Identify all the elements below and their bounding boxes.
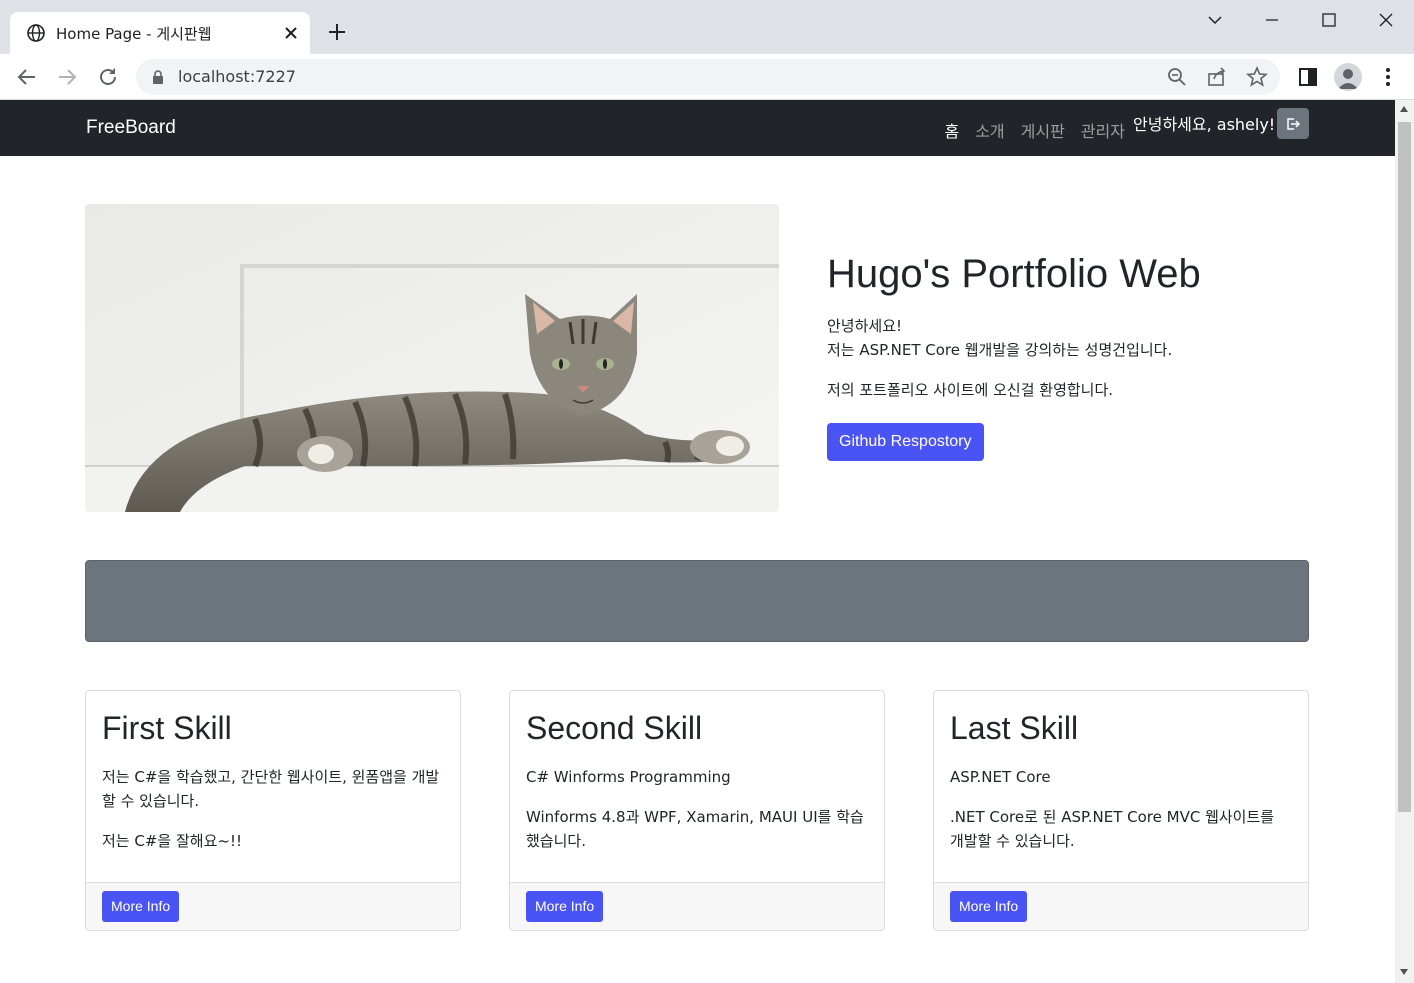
more-info-button[interactable]: More Info [526,891,604,922]
page-viewport: FreeBoard 홈 소개 게시판 관리자 안녕하세요, ashely! Hu… [0,100,1395,983]
zoom-icon[interactable] [1166,66,1188,88]
skill-card-second: Second Skill C# Winforms Programming Win… [509,690,885,931]
profile-avatar[interactable] [1334,63,1362,91]
hero-line-2: 저는 ASP.NET Core 웹개발을 강의하는 성명건입니다. [827,341,1173,359]
card-text: Winforms 4.8과 WPF, Xamarin, MAUI UI를 학습했… [526,808,864,850]
card-title: Last Skill [950,710,1079,746]
card-footer: More Info [510,882,884,930]
nav-home[interactable]: 홈 [944,118,959,142]
new-tab-icon[interactable] [326,21,348,43]
card-body: Second Skill C# Winforms Programming Win… [526,705,868,853]
nav-links: 홈 소개 게시판 관리자 [944,118,1125,142]
logout-icon [1287,118,1301,130]
scroll-up-arrow-icon[interactable] [1400,106,1408,112]
back-arrow-icon[interactable] [15,65,39,89]
scroll-down-arrow-icon[interactable] [1400,969,1408,975]
card-title: Second Skill [526,710,703,746]
card-footer: More Info [86,882,460,930]
card-footer: More Info [934,882,1308,930]
reload-icon[interactable] [96,65,120,89]
more-info-button[interactable]: More Info [950,891,1028,922]
hero-text: Hugo's Portfolio Web 안녕하세요! 저는 ASP.NET C… [827,250,1327,461]
forward-arrow-icon[interactable] [55,65,79,89]
lock-icon[interactable] [150,69,166,85]
star-icon[interactable] [1246,66,1268,88]
share-icon[interactable] [1206,66,1228,88]
gray-banner [85,560,1309,642]
minimize-icon[interactable] [1260,8,1284,32]
skill-card-last: Last Skill ASP.NET Core .NET Core로 된 ASP… [933,690,1309,931]
tab-title: Home Page - 게시판웹 [56,25,212,43]
card-text: 저는 C#을 학습했고, 간단한 웹사이트, 윈폼앱을 개발할 수 있습니다. [102,768,440,810]
globe-icon [27,24,45,42]
scrollbar-thumb[interactable] [1398,122,1411,812]
address-bar[interactable]: localhost:7227 [136,59,1280,95]
brand-link[interactable]: FreeBoard [86,117,176,139]
maximize-icon[interactable] [1317,8,1341,32]
card-body: First Skill 저는 C#을 학습했고, 간단한 웹사이트, 윈폼앱을 … [102,705,444,853]
card-text: 저는 C#을 잘해요~!! [102,832,242,850]
nav-admin[interactable]: 관리자 [1081,118,1125,142]
url-text[interactable]: localhost:7227 [178,67,296,86]
github-repository-button[interactable]: Github Respostory [827,423,984,461]
logout-button[interactable] [1277,108,1309,139]
nav-about[interactable]: 소개 [975,118,1004,142]
hero-cat-image [85,204,779,512]
tab-search-icon[interactable] [1203,8,1227,32]
hero-line-3: 저의 포트폴리오 사이트에 오신걸 환영합니다. [827,381,1114,399]
side-panel-icon[interactable] [1296,65,1320,89]
card-text: C# Winforms Programming [526,768,731,786]
card-body: Last Skill ASP.NET Core .NET Core로 된 ASP… [950,705,1292,853]
hero-line-1: 안녕하세요! [827,317,903,335]
card-text: ASP.NET Core [950,768,1051,786]
hero-intro: 안녕하세요! 저는 ASP.NET Core 웹개발을 강의하는 성명건입니다. [827,314,1327,362]
page-scrollbar[interactable] [1395,100,1414,983]
browser-tab[interactable]: Home Page - 게시판웹 [10,12,310,54]
site-navbar: FreeBoard 홈 소개 게시판 관리자 안녕하세요, ashely! [0,100,1395,156]
person-icon [1338,69,1358,89]
skill-card-first: First Skill 저는 C#을 학습했고, 간단한 웹사이트, 윈폼앱을 … [85,690,461,931]
hero-title: Hugo's Portfolio Web [827,252,1201,296]
nav-board[interactable]: 게시판 [1021,118,1065,142]
close-tab-icon[interactable] [280,22,302,44]
more-menu-icon[interactable] [1376,65,1400,89]
card-title: First Skill [102,710,232,746]
browser-toolbar: localhost:7227 [0,54,1414,100]
browser-tab-strip: Home Page - 게시판웹 [0,0,1414,54]
user-greeting: 안녕하세요, ashely! [1133,115,1276,134]
close-window-icon[interactable] [1374,8,1398,32]
card-text: .NET Core로 된 ASP.NET Core MVC 웹사이트를 개발할 … [950,808,1275,850]
more-info-button[interactable]: More Info [102,891,180,922]
